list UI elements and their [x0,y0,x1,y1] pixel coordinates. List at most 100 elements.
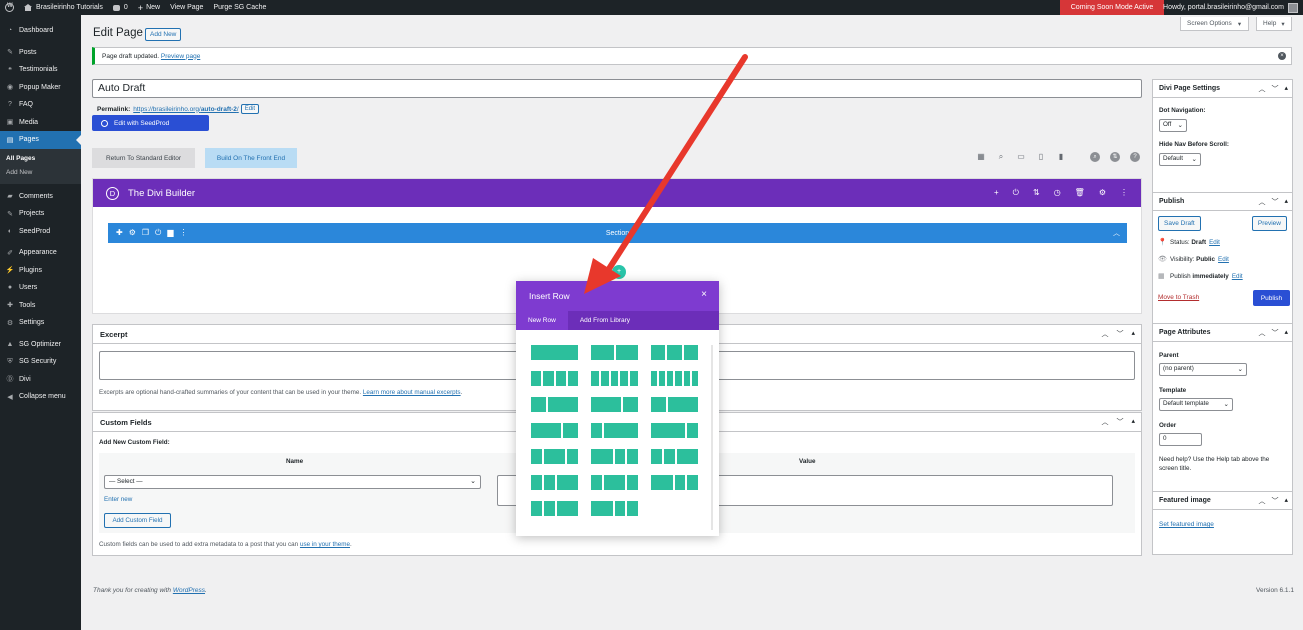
enter-new-link[interactable]: Enter new [104,496,132,503]
set-featured-image-link[interactable]: Set featured image [1159,521,1214,528]
move-up-icon[interactable]: ︿ [1101,417,1108,427]
row-layout-option[interactable] [531,371,578,386]
sidebar-item-projects[interactable]: ✎ Projects [0,205,81,223]
toggle-icon[interactable]: ▴ [1131,329,1135,339]
sidebar-item-settings[interactable]: ⚙ Settings [0,314,81,332]
return-to-standard-editor-button[interactable]: Return To Standard Editor [92,148,195,168]
account-menu[interactable]: Howdy, portal.brasileirinho@gmail.com [1158,0,1303,15]
comments-link[interactable]: 0 [108,0,133,15]
post-title-input[interactable]: Auto Draft [92,79,1142,98]
row-layout-option[interactable] [531,423,578,438]
move-down-icon[interactable]: ﹀ [1271,328,1278,338]
chevron-up-icon[interactable]: ︿ [1113,228,1120,238]
save-draft-button[interactable]: Save Draft [1158,216,1201,231]
divi-section-bar[interactable]: ✚ ⚙ ❐ ⏻ ▆ ⋮ Section ︿ [108,223,1127,243]
move-up-icon[interactable]: ︿ [1258,84,1265,94]
row-layout-option[interactable] [591,397,638,412]
use-in-theme-link[interactable]: use in your theme [300,541,350,548]
sidebar-item-pages[interactable]: ▤ Pages [0,131,81,149]
add-custom-field-button[interactable]: Add Custom Field [104,513,171,528]
custom-field-name-select[interactable]: — Select — ⌄ [104,475,481,489]
purge-cache-link[interactable]: Purge SG Cache [208,0,271,15]
order-input[interactable]: 0 [1159,433,1202,446]
row-layout-option[interactable] [531,501,578,516]
sidebar-item-comments[interactable]: ▰ Comments [0,188,81,206]
dot-navigation-select[interactable]: Off ⌄ [1159,119,1187,132]
row-layout-option[interactable] [591,501,638,516]
sidebar-item-seedprod[interactable]: ◐ SeedProd [0,223,81,241]
move-down-icon[interactable]: ﹀ [1271,84,1278,94]
sidebar-item-users[interactable]: ● Users [0,279,81,297]
preview-page-link[interactable]: Preview page [161,53,200,60]
new-content-link[interactable]: + New [133,0,165,15]
site-name-link[interactable]: Brasileirinho Tutorials [19,0,108,15]
sidebar-item-media[interactable]: ▣ Media [0,114,81,132]
row-layout-option[interactable] [591,423,638,438]
toggle-icon[interactable]: ▴ [1131,417,1135,427]
sidebar-item-divi[interactable]: Ⓓ Divi [0,371,81,389]
power-icon[interactable]: ⏻ [1013,188,1019,198]
more-icon[interactable]: ⋮ [1120,188,1128,198]
edit-with-seedprod-button[interactable]: Edit with SeedProd [92,115,209,131]
edit-permalink-button[interactable]: Edit [240,104,260,114]
toggle-icon[interactable]: ▴ [1284,328,1288,338]
tab-add-from-library[interactable]: Add From Library [568,311,642,330]
phone-icon[interactable]: ▮ [1056,152,1066,162]
row-layout-option[interactable] [531,449,578,464]
toggle-icon[interactable]: ▴ [1284,197,1288,207]
hide-nav-select[interactable]: Default ⌄ [1159,153,1201,166]
more-icon[interactable]: ⋮ [180,228,188,238]
page-attributes-header[interactable]: Page Attributes ︿ ﹀ ▴ [1153,324,1292,342]
move-up-icon[interactable]: ︿ [1258,496,1265,506]
parent-select[interactable]: (no parent) ⌄ [1159,363,1247,376]
row-layout-option[interactable] [531,397,578,412]
row-layout-option[interactable] [651,397,698,412]
edit-visibility-link[interactable]: Edit [1218,256,1229,263]
sidebar-item-popup-maker[interactable]: ◉ Popup Maker [0,79,81,97]
portability-icon[interactable]: ⇅ [1110,152,1120,162]
move-down-icon[interactable]: ﹀ [1271,197,1278,207]
permalink-link[interactable]: https://brasileirinho.org/auto-draft-2/ [133,106,238,113]
tablet-icon[interactable]: ▯ [1036,152,1046,162]
divi-page-settings-header[interactable]: Divi Page Settings ︿ ﹀ ▴ [1153,80,1292,98]
sidebar-item-testimonials[interactable]: ❝ Testimonials [0,61,81,79]
row-layout-option[interactable] [531,345,578,360]
plus-icon[interactable]: ✚ [116,228,123,238]
gear-icon[interactable]: ⚙ [1099,188,1106,198]
submenu-add-new[interactable]: Add New [0,166,81,180]
duplicate-icon[interactable]: ❐ [142,228,149,238]
template-select[interactable]: Default template ⌄ [1159,398,1233,411]
help-icon[interactable]: ? [1130,152,1140,162]
edit-status-link[interactable]: Edit [1209,239,1220,246]
history-icon[interactable]: ◷ [1054,188,1061,198]
tab-new-row[interactable]: New Row [516,311,568,330]
help-tab[interactable]: Help ▾ [1256,17,1292,31]
row-layout-option[interactable] [591,345,638,360]
featured-image-header[interactable]: Featured image ︿ ﹀ ▴ [1153,492,1292,510]
trash-icon[interactable]: 🗑 [1075,188,1085,198]
dismiss-icon[interactable]: × [1278,52,1286,60]
move-to-trash-link[interactable]: Move to Trash [1158,294,1199,301]
row-layout-option[interactable] [591,449,638,464]
sidebar-item-tools[interactable]: ✚ Tools [0,297,81,315]
submenu-all-pages[interactable]: All Pages [0,152,81,166]
move-down-icon[interactable]: ﹀ [1116,417,1123,427]
close-icon[interactable]: × [701,289,707,300]
sidebar-item-dashboard[interactable]: ◔ Dashboard [0,22,81,40]
row-layout-option[interactable] [651,423,698,438]
sidebar-item-sg-security[interactable]: ⛨ SG Security [0,353,81,371]
row-layout-option[interactable] [651,475,698,490]
sort-icon[interactable]: ⇅ [1033,188,1040,198]
move-down-icon[interactable]: ﹀ [1271,496,1278,506]
wireframe-icon[interactable]: ▦ [976,152,986,162]
collapse-menu-button[interactable]: ◀ Collapse menu [0,388,81,406]
add-row-button[interactable]: + [612,265,626,279]
modal-scrollbar[interactable] [711,345,713,530]
trash-icon[interactable]: ▆ [167,228,173,238]
add-new-button[interactable]: Add New [145,28,182,41]
view-page-link[interactable]: View Page [165,0,208,15]
move-up-icon[interactable]: ︿ [1258,197,1265,207]
build-front-end-button[interactable]: Build On The Front End [205,148,297,168]
sidebar-item-posts[interactable]: ✎ Posts [0,44,81,62]
excerpt-learn-more-link[interactable]: Learn more about manual excerpts [363,389,461,396]
